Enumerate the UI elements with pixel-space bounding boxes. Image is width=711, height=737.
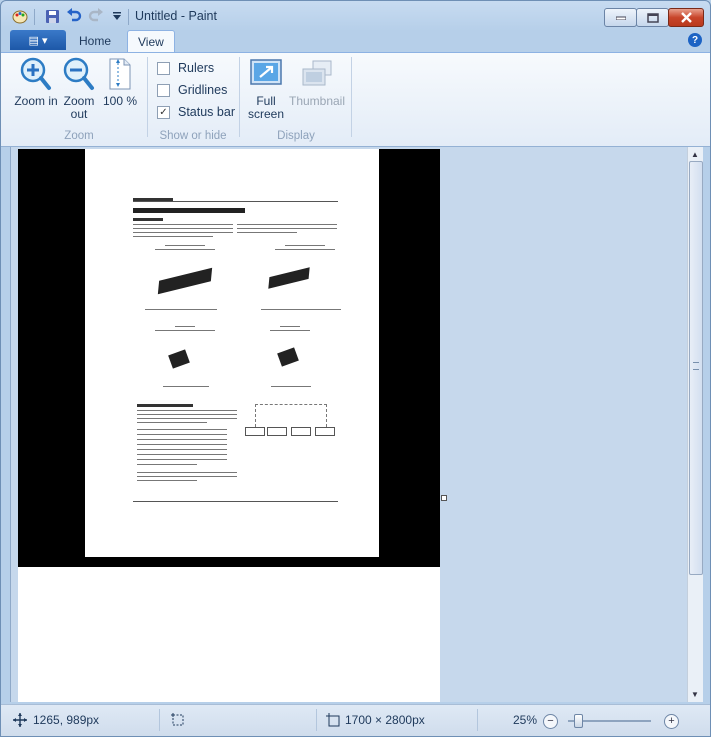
zoom-100-button[interactable]: 100 % bbox=[98, 57, 142, 108]
full-screen-label: Full screen bbox=[247, 94, 285, 121]
zoom-out-label: Zoom out bbox=[63, 94, 95, 121]
status-separator bbox=[159, 709, 160, 731]
thumbnail-icon bbox=[301, 57, 333, 91]
vertical-scrollbar[interactable]: ▲ ▼ bbox=[687, 147, 703, 702]
scroll-up-icon[interactable]: ▲ bbox=[691, 150, 699, 159]
minimize-icon bbox=[615, 16, 626, 20]
zoom-group-label: Zoom bbox=[64, 130, 94, 142]
zoom-in-icon bbox=[20, 57, 52, 91]
zoom-slider-thumb[interactable] bbox=[574, 714, 583, 728]
save-icon[interactable] bbox=[43, 7, 61, 25]
maximize-button[interactable] bbox=[636, 8, 669, 27]
paint-window: Untitled - Paint ▤ ▾ Home View ? Zoom in bbox=[0, 0, 711, 737]
tab-view[interactable]: View bbox=[127, 30, 175, 53]
image-size-value: 1700 × 2800px bbox=[345, 713, 425, 727]
display-group: Full screen Thumbnail Display bbox=[241, 53, 351, 145]
show-or-hide-group: Show or hide bbox=[149, 53, 237, 145]
scroll-down-icon[interactable]: ▼ bbox=[691, 690, 699, 699]
close-button[interactable] bbox=[668, 8, 704, 27]
actual-size-icon bbox=[104, 57, 136, 91]
cursor-position-icon bbox=[13, 713, 27, 727]
image-size-icon bbox=[326, 713, 340, 727]
zoom-100-label: 100 % bbox=[102, 94, 138, 108]
zoom-out-button[interactable]: Zoom out bbox=[57, 57, 101, 121]
ribbon-view-panel: Zoom in Zoom out 100 % Zoom Rulers Gridl… bbox=[1, 52, 710, 147]
minus-icon: − bbox=[547, 715, 554, 727]
cursor-position-value: 1265, 989px bbox=[33, 713, 100, 727]
minimize-button[interactable] bbox=[604, 8, 637, 27]
redo-icon[interactable] bbox=[87, 7, 105, 25]
undo-icon[interactable] bbox=[65, 7, 83, 25]
ribbon-tabs: ▤ ▾ Home View ? bbox=[1, 30, 710, 53]
cursor-position: 1265, 989px bbox=[13, 713, 99, 727]
selection-size-icon bbox=[171, 713, 184, 726]
tab-home[interactable]: Home bbox=[69, 30, 121, 51]
window-title: Untitled - Paint bbox=[135, 9, 217, 23]
image-size: 1700 × 2800px bbox=[326, 713, 425, 727]
group-separator bbox=[147, 57, 148, 137]
status-separator bbox=[316, 709, 317, 731]
zoom-level-value: 25% bbox=[513, 713, 538, 727]
zoom-out-small-button[interactable]: − bbox=[543, 714, 558, 729]
customize-dropdown-icon[interactable] bbox=[108, 7, 126, 25]
resize-handle-right[interactable] bbox=[441, 495, 447, 501]
file-menu-label: ▤ ▾ bbox=[28, 34, 48, 47]
selection-size bbox=[171, 713, 185, 727]
restore-icon bbox=[646, 12, 659, 23]
group-separator bbox=[351, 57, 352, 137]
canvas-white-area bbox=[18, 567, 440, 702]
quick-access-separator bbox=[34, 9, 35, 25]
status-separator bbox=[477, 709, 478, 731]
canvas-image[interactable] bbox=[18, 149, 440, 567]
file-menu-button[interactable]: ▤ ▾ bbox=[10, 30, 66, 50]
zoom-out-icon bbox=[63, 57, 95, 91]
plus-icon: + bbox=[668, 715, 675, 727]
scrollbar-thumb[interactable] bbox=[689, 161, 703, 575]
zoom-level: 25% bbox=[513, 713, 537, 727]
scanned-document-page bbox=[85, 149, 379, 557]
display-group-label: Display bbox=[277, 130, 315, 142]
thumbnail-button[interactable]: Thumbnail bbox=[287, 57, 347, 108]
thumbnail-label: Thumbnail bbox=[288, 94, 346, 108]
paint-app-icon[interactable] bbox=[11, 7, 29, 25]
title-separator bbox=[128, 9, 129, 25]
canvas-area[interactable] bbox=[10, 147, 688, 702]
full-screen-icon bbox=[250, 57, 282, 91]
zoom-in-button[interactable]: Zoom in bbox=[14, 57, 58, 108]
zoom-in-small-button[interactable]: + bbox=[664, 714, 679, 729]
show-or-hide-group-label: Show or hide bbox=[159, 130, 227, 142]
grip-icon bbox=[693, 362, 699, 370]
close-icon bbox=[680, 12, 692, 23]
zoom-group: Zoom in Zoom out 100 % Zoom bbox=[11, 53, 147, 145]
title-bar: Untitled - Paint bbox=[1, 1, 710, 31]
status-bar: 1265, 989px 1700 × 2800px 25% − + bbox=[1, 704, 710, 736]
full-screen-button[interactable]: Full screen bbox=[244, 57, 288, 121]
zoom-in-label: Zoom in bbox=[14, 94, 58, 108]
group-separator bbox=[239, 57, 240, 137]
help-icon[interactable]: ? bbox=[688, 33, 702, 47]
